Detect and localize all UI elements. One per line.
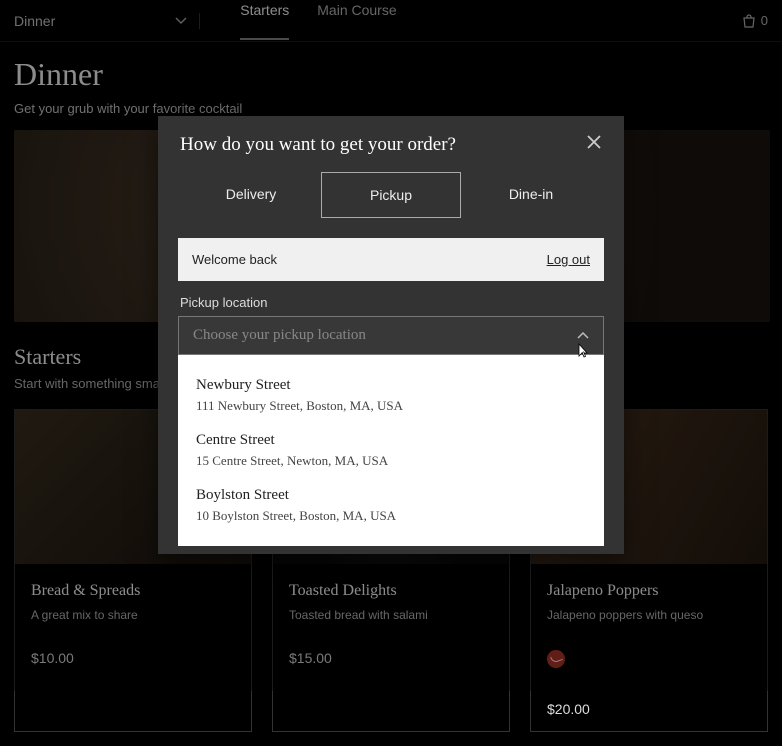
welcome-text: Welcome back — [192, 252, 277, 267]
option-address: 10 Boylston Street, Boston, MA, USA — [196, 508, 586, 524]
method-delivery[interactable]: Delivery — [181, 172, 321, 218]
method-dinein[interactable]: Dine-in — [461, 172, 601, 218]
option-name: Centre Street — [196, 432, 586, 449]
product-price: $20.00 — [547, 701, 751, 717]
cursor-icon — [575, 342, 591, 360]
chevron-up-icon — [577, 332, 589, 340]
option-name: Newbury Street — [196, 377, 586, 394]
location-option[interactable]: Boylston Street 10 Boylston Street, Bost… — [178, 479, 604, 534]
select-placeholder: Choose your pickup location — [193, 327, 366, 344]
location-option[interactable]: Centre Street 15 Centre Street, Newton, … — [178, 424, 604, 479]
location-options: Newbury Street 111 Newbury Street, Bosto… — [178, 355, 604, 546]
location-option[interactable]: Newbury Street 111 Newbury Street, Bosto… — [178, 369, 604, 424]
option-address: 111 Newbury Street, Boston, MA, USA — [196, 398, 586, 414]
welcome-bar: Welcome back Log out — [178, 238, 604, 281]
logout-link[interactable]: Log out — [547, 252, 590, 267]
order-method-modal: How do you want to get your order? Deliv… — [158, 116, 624, 554]
method-pickup[interactable]: Pickup — [321, 172, 461, 218]
pickup-location-label: Pickup location — [158, 295, 624, 310]
close-icon[interactable] — [586, 134, 602, 150]
option-address: 15 Centre Street, Newton, MA, USA — [196, 453, 586, 469]
modal-title: How do you want to get your order? — [180, 134, 456, 156]
option-name: Boylston Street — [196, 487, 586, 504]
pickup-location-select[interactable]: Choose your pickup location — [178, 316, 604, 355]
method-toggle: Delivery Pickup Dine-in — [158, 168, 624, 232]
